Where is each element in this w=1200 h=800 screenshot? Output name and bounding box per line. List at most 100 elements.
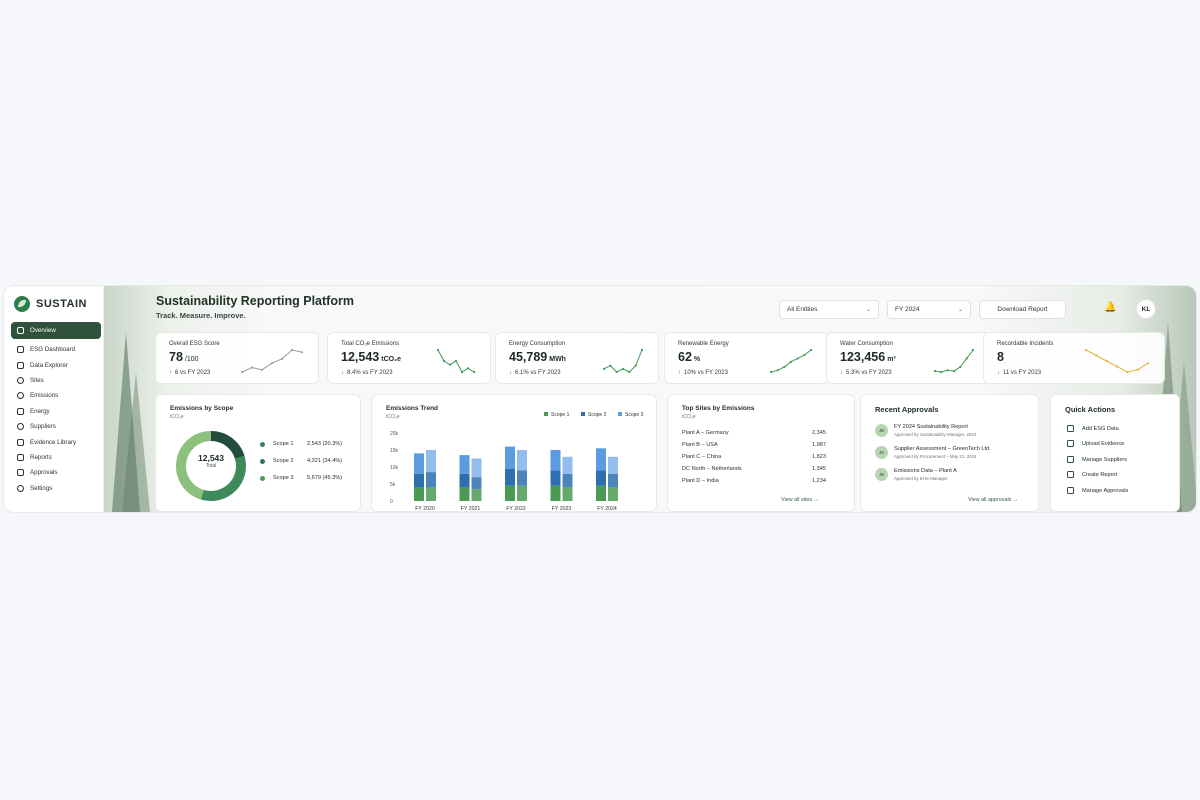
sidebar-item-energy[interactable]: Energy [11, 404, 101, 419]
emissions-trend-card: Emissions Trend tCO₂e 20k 15k 10k 5k 0 Scope … [371, 394, 657, 512]
site-row[interactable]: DC North – Netherlands 1,345 [682, 466, 826, 472]
site-row[interactable]: Plant C – China 1,823 [682, 454, 826, 460]
bar-segment [608, 473, 618, 488]
quick-action-upload-evidence[interactable]: Upload Evidence [1067, 440, 1124, 447]
sidebar-item-reports[interactable]: Reports [11, 450, 101, 465]
sidebar-item-label: Suppliers [30, 423, 56, 431]
card-title: Top Sites by Emissions [682, 405, 755, 412]
sidebar-item-overview[interactable]: Overview [11, 322, 101, 339]
cloud-icon [17, 392, 24, 400]
gear-icon [17, 484, 24, 492]
page-subtitle: Track. Measure. Improve. [156, 311, 246, 320]
sidebar-item-sites[interactable]: Sites [11, 373, 101, 388]
y-tick-label: 15k [390, 448, 399, 454]
sparkline-point [270, 362, 274, 365]
sparkline-point [789, 360, 793, 363]
bolt-icon [17, 407, 24, 415]
bar-segment [426, 487, 436, 501]
sparkline [436, 348, 476, 374]
x-tick-label: FY 2021 [461, 506, 481, 512]
site-row[interactable]: Plant B – USA 1,987 [682, 442, 826, 448]
recent-approvals-card: Recent Approvals JB FY 2024 Sustainabili… [860, 394, 1039, 512]
leaf-icon [14, 296, 30, 312]
sidebar-item-emissions[interactable]: Emissions [11, 388, 101, 403]
download-report-button[interactable]: Download Report [979, 300, 1066, 319]
sparkline-point [1136, 368, 1139, 371]
bar-segment [608, 456, 618, 474]
approval-item[interactable]: JS Supplier Assessment – GreenTech Ltd. A… [875, 446, 991, 459]
bar-segment [459, 473, 470, 488]
kpi-delta: ↓ 6.1% vs FY 2023 [509, 370, 561, 376]
sidebar-item-suppliers[interactable]: Suppliers [11, 419, 101, 434]
site-row[interactable]: Plant D – India 1,234 [682, 478, 826, 484]
sparkline-point [1115, 365, 1119, 368]
sparkline-path [934, 349, 974, 373]
bar-segment [517, 485, 527, 501]
sidebar-item-esg-dashboard[interactable]: ESG Dashboard [11, 342, 101, 357]
sparkline-point [783, 365, 786, 369]
kpi-value: 62% [678, 350, 701, 364]
approval-item[interactable]: JB Emissions Data – Plant A Approved by E… [875, 468, 957, 481]
emissions-by-scope-card: Emissions by Scope tCO₂e 12,543 Total Sc… [155, 394, 361, 512]
kpi-energy-consumption[interactable]: Energy Consumption 45,789 MWh ↓ 6.1% vs FY… [495, 332, 659, 384]
site-row[interactable]: Plant A – Germany 2,345 [682, 430, 826, 436]
bar-segment [517, 470, 527, 486]
sparkline [602, 348, 644, 374]
sparkline-point [454, 359, 458, 363]
view-all-sites-link[interactable]: View all sites → [781, 497, 819, 503]
card-unit: tCO₂e [170, 414, 184, 420]
sparkline-path [1085, 349, 1149, 373]
quick-action-manage-approvals[interactable]: Manage Approvals [1067, 487, 1128, 494]
bar-segment [505, 468, 515, 486]
quick-action-manage-suppliers[interactable]: Manage Suppliers [1067, 456, 1127, 463]
sparkline-point [965, 357, 968, 360]
sidebar-item-data-explorer[interactable]: Data Explorer [11, 357, 101, 372]
y-tick-label: 10k [390, 465, 399, 471]
sidebar-item-label: Data Explorer [30, 361, 68, 369]
sparkline-point [436, 348, 440, 352]
donut-total-label: Total [205, 463, 217, 469]
x-tick-label: FY 2024 [597, 506, 617, 512]
entity-select-value: All Entities [787, 306, 818, 313]
top-sites-card: Top Sites by Emissions tCO₂e Plant A – G… [667, 394, 855, 512]
bell-icon[interactable]: 🔔 [1104, 302, 1116, 316]
legend-label: Scope 1 [551, 412, 570, 418]
bar-segment [596, 485, 606, 501]
kpi-label: Water Consumption [840, 341, 893, 347]
kpi-label: Recordable Incidents [997, 341, 1054, 347]
sidebar-item-label: Overview [30, 327, 56, 334]
bar-segment [505, 485, 515, 501]
kpi-renewable-energy[interactable]: Renewable Energy 62% ↑ 10% vs FY 2023 [664, 332, 828, 384]
arrow-down-icon: ↓ [840, 370, 843, 376]
bar-segment [426, 472, 436, 488]
approval-item[interactable]: JB FY 2024 Sustainability Report Approved… [875, 424, 976, 437]
view-all-approvals-link[interactable]: View all approvals → [968, 497, 1018, 503]
kpi-recordable-incidents[interactable]: Recordable Incidents 8 ↓ 11 vs FY 2023 [983, 332, 1165, 384]
bar-segment [562, 456, 573, 474]
brand-logo[interactable]: SUSTAIN [14, 296, 87, 312]
kpi-co2-emissions[interactable]: Total CO₂e Emissions 12,543 tCO₂e ↓ 8.4% v… [327, 332, 491, 384]
bar-segment [459, 455, 470, 474]
kpi-value: 123,456 m³ [840, 350, 896, 364]
sidebar-item-settings[interactable]: Settings [11, 481, 101, 496]
year-select[interactable]: FY 2024 ⌄ [887, 300, 971, 319]
sidebar-item-label: Sites [30, 376, 44, 384]
kpi-esg-score[interactable]: Overall ESG Score 78/100 ↑ 6 vs FY 2023 [155, 332, 319, 384]
sparkline-point [971, 348, 975, 352]
quick-action-add-esg-data[interactable]: Add ESG Data [1067, 425, 1119, 432]
x-tick-label: FY 2022 [506, 506, 526, 512]
dashboard-icon [17, 346, 24, 354]
sidebar-item-evidence-library[interactable]: Evidence Library [11, 434, 101, 449]
kpi-water-consumption[interactable]: Water Consumption 123,456 m³ ↓ 5.3% vs FY … [826, 332, 990, 384]
avatar[interactable]: KL [1136, 299, 1156, 319]
report-icon [17, 453, 24, 461]
y-tick-label: 20k [390, 431, 399, 437]
sparkline-point [634, 364, 637, 367]
sparkline-point [640, 348, 644, 352]
y-tick-label: 5k [390, 482, 396, 488]
chevron-down-icon: ⌄ [957, 307, 963, 313]
entity-select[interactable]: All Entities ⌄ [779, 300, 879, 319]
sidebar-item-approvals[interactable]: Approvals [11, 465, 101, 480]
quick-action-create-report[interactable]: Create Report [1067, 471, 1117, 478]
sparkline-point [1105, 359, 1108, 363]
